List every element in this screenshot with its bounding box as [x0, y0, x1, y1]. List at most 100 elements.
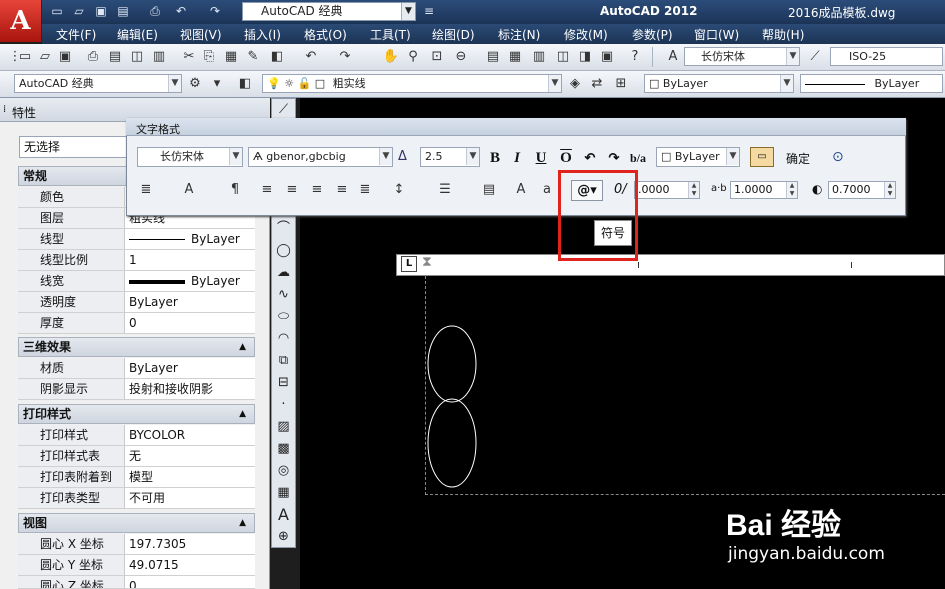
tab-type-icon[interactable]: L	[401, 256, 417, 272]
property-row-linetype[interactable]: 线型 ByLayer	[18, 229, 255, 250]
property-row-center-x[interactable]: 圆心 X 坐标 197.7305	[18, 534, 255, 555]
undo-icon[interactable]: ↶	[172, 3, 190, 20]
print-icon[interactable]: ⎙	[146, 3, 164, 20]
save-icon[interactable]: ▣	[92, 3, 110, 20]
cut-icon[interactable]: ✂	[180, 48, 198, 66]
linetype-combo[interactable]: ByLayer	[800, 74, 943, 93]
property-row-plot-type[interactable]: 打印表类型 不可用	[18, 488, 255, 509]
width-factor-icon[interactable]: ◐	[812, 182, 822, 196]
line-spacing-icon[interactable]: ↕	[390, 181, 408, 199]
arc-icon[interactable]: ⌒	[274, 220, 293, 238]
property-row-center-z[interactable]: 圆心 Z 坐标 0	[18, 576, 255, 589]
align-center-icon[interactable]: ≡	[283, 181, 301, 199]
property-value[interactable]: BYCOLOR	[126, 425, 255, 445]
numbering-icon[interactable]: ☰	[436, 181, 454, 199]
workspace-settings-icon[interactable]: ⚙	[186, 75, 204, 93]
property-value[interactable]: 197.7305	[126, 534, 255, 554]
width-factor-input[interactable]: 0.7000 ▲ ▼	[828, 181, 896, 199]
revision-cloud-icon[interactable]: ☁	[274, 264, 293, 282]
property-value[interactable]: ByLayer	[126, 229, 255, 249]
text-style-combo[interactable]: 长仿宋体 ▼	[684, 47, 800, 66]
workspace-selector[interactable]: AutoCAD 经典 ▼	[242, 2, 416, 21]
customize-icon[interactable]: ≡	[420, 3, 438, 20]
redo-icon[interactable]: ↷	[604, 149, 624, 167]
redo-icon[interactable]: ↷	[336, 48, 354, 66]
text-edit-frame[interactable]	[425, 276, 945, 495]
add-selected-icon[interactable]: ⊕	[274, 528, 293, 546]
spinner-icon[interactable]: ▲ ▼	[884, 182, 895, 198]
text-formatting-title-bar[interactable]	[126, 118, 906, 136]
bold-icon[interactable]: B	[485, 149, 505, 167]
dimension-style-icon[interactable]: ⟋	[806, 48, 824, 66]
property-value[interactable]: 1	[126, 250, 255, 270]
plot-icon[interactable]: ▥	[150, 48, 168, 66]
zoom-previous-icon[interactable]: ⊖	[452, 48, 470, 66]
menu-dimension[interactable]: 标注(N)	[498, 26, 540, 43]
menu-view[interactable]: 视图(V)	[180, 26, 222, 43]
zoom-realtime-icon[interactable]: ⚲	[404, 48, 422, 66]
new-icon[interactable]: ▭	[48, 3, 66, 20]
property-value[interactable]: 49.0715	[126, 555, 255, 575]
property-value[interactable]: 不可用	[126, 488, 255, 508]
property-value[interactable]: 模型	[126, 467, 255, 487]
italic-icon[interactable]: I	[507, 149, 527, 167]
line-icon[interactable]: ⟋	[274, 101, 293, 119]
spinner-icon[interactable]: ▲ ▼	[688, 182, 699, 198]
pan-icon[interactable]: ✋	[382, 48, 400, 66]
columns-icon[interactable]: ≣	[137, 181, 155, 199]
overline-icon[interactable]: O	[556, 149, 576, 167]
text-style-icon[interactable]: A	[664, 48, 682, 66]
menu-tools[interactable]: 工具(T)	[370, 26, 411, 43]
layer-states-icon[interactable]: ⊞	[612, 75, 630, 93]
property-row-center-y[interactable]: 圆心 Y 坐标 49.0715	[18, 555, 255, 576]
property-row-transparency[interactable]: 透明度 ByLayer	[18, 292, 255, 313]
gradient-icon[interactable]: ▩	[274, 440, 293, 458]
markup-icon[interactable]: ◨	[576, 48, 594, 66]
sheet-set-icon[interactable]: ◫	[554, 48, 572, 66]
property-value[interactable]: 投射和接收阴影	[126, 379, 255, 399]
undo-icon[interactable]: ↶	[580, 149, 600, 167]
property-row-shadow[interactable]: 阴影显示 投射和接收阴影	[18, 379, 255, 400]
ok-button[interactable]: 确定	[786, 150, 810, 167]
property-value[interactable]: 0	[126, 576, 255, 588]
annotative-icon[interactable]: Δ	[398, 149, 407, 164]
menu-modify[interactable]: 修改(M)	[564, 26, 608, 43]
hatch-icon[interactable]: ▨	[274, 418, 293, 436]
menu-insert[interactable]: 插入(I)	[244, 26, 281, 43]
design-center-icon[interactable]: ▦	[506, 48, 524, 66]
layer-combo[interactable]: 💡 ☼ 🔓 □ 粗实线 ▼	[262, 74, 562, 93]
undo-icon[interactable]: ↶	[302, 48, 320, 66]
print-icon[interactable]: ⎙	[84, 48, 102, 66]
paste-icon[interactable]: ▦	[222, 48, 240, 66]
align-right-icon[interactable]: ≡	[308, 181, 326, 199]
tf-color-combo[interactable]: □ ByLayer ▼	[656, 147, 740, 167]
stack-icon[interactable]: b/a	[628, 149, 648, 167]
make-block-icon[interactable]: ⊟	[274, 374, 293, 392]
table-icon[interactable]: ▦	[274, 484, 293, 502]
point-icon[interactable]: ·	[274, 396, 293, 414]
save-icon[interactable]: ▣	[56, 48, 74, 66]
multiline-text-icon[interactable]: A	[274, 506, 293, 524]
zoom-window-icon[interactable]: ⊡	[428, 48, 446, 66]
options-icon[interactable]: ⊙	[832, 149, 844, 165]
preview-icon[interactable]: ▤	[106, 48, 124, 66]
property-value[interactable]: ByLayer	[126, 358, 255, 378]
tracking-input[interactable]: 1.0000 ▲ ▼	[730, 181, 798, 199]
block-editor-icon[interactable]: ◧	[268, 48, 286, 66]
layer-properties-icon[interactable]: ◧	[236, 75, 254, 93]
properties-icon[interactable]: ▤	[484, 48, 502, 66]
menu-help[interactable]: 帮助(H)	[762, 26, 804, 43]
menu-window[interactable]: 窗口(W)	[694, 26, 739, 43]
grip-icon[interactable]: ⁞	[3, 104, 6, 115]
property-row-material[interactable]: 材质 ByLayer	[18, 358, 255, 379]
make-current-icon[interactable]: ◈	[566, 75, 584, 93]
lowercase-icon[interactable]: a	[538, 181, 556, 199]
tracking-icon[interactable]: a·b	[711, 183, 727, 194]
property-row-linetype-scale[interactable]: 线型比例 1	[18, 250, 255, 271]
menu-draw[interactable]: 绘图(D)	[432, 26, 475, 43]
tf-height-combo[interactable]: 2.5 ▼	[420, 147, 480, 167]
circle-icon[interactable]: ◯	[274, 242, 293, 260]
dimension-style-combo[interactable]: ISO-25	[830, 47, 943, 66]
help-icon[interactable]: ?	[626, 48, 644, 66]
distribute-icon[interactable]: ≣	[356, 181, 374, 199]
